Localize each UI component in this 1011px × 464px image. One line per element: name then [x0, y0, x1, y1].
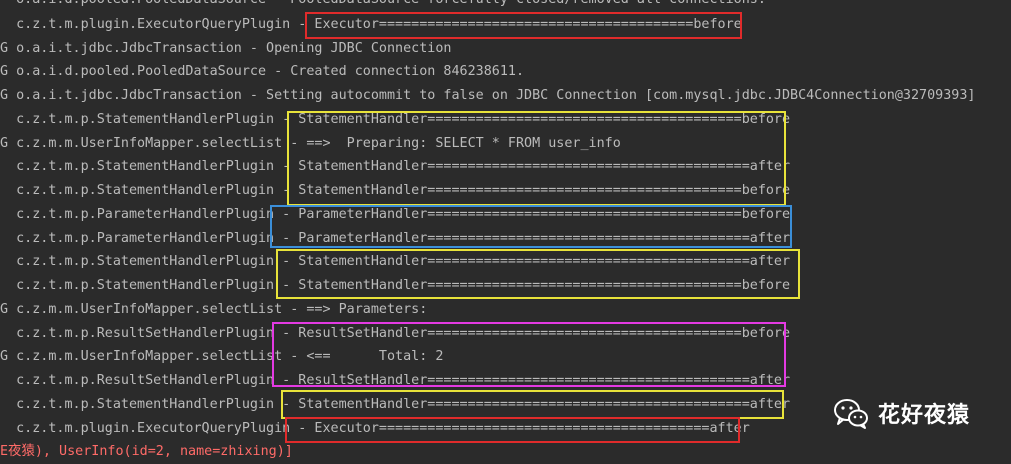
log-line: c.z.t.m.p.StatementHandlerPlugin - State…: [0, 254, 791, 269]
wechat-watermark: 花好夜猿: [832, 393, 970, 433]
log-line: c.z.t.m.plugin.ExecutorQueryPlugin - Exe…: [0, 421, 750, 436]
log-line: c.z.t.m.plugin.ExecutorQueryPlugin - Exe…: [0, 17, 742, 32]
log-line: c.z.t.m.p.ParameterHandlerPlugin - Param…: [0, 207, 791, 222]
log-line: c.z.t.m.p.ParameterHandlerPlugin - Param…: [0, 231, 791, 246]
log-line: c.z.t.m.p.ResultSetHandlerPlugin - Resul…: [0, 326, 791, 341]
log-line: o.a.i.d.pooled.PooledDataSource - Pooled…: [0, 0, 766, 12]
log-line: c.z.t.m.p.StatementHandlerPlugin - State…: [0, 278, 791, 293]
log-line: G c.z.m.m.UserInfoMapper.selectList - ==…: [0, 136, 621, 151]
log-line: c.z.t.m.p.StatementHandlerPlugin - State…: [0, 112, 791, 127]
watermark-text: 花好夜猿: [878, 403, 971, 428]
log-line: G c.z.m.m.UserInfoMapper.selectList - ==…: [0, 302, 436, 317]
log-line: G c.z.m.m.UserInfoMapper.selectList - <=…: [0, 349, 444, 364]
log-line: G o.a.i.d.pooled.PooledDataSource - Crea…: [0, 64, 525, 79]
log-line: c.z.t.m.p.StatementHandlerPlugin - State…: [0, 183, 791, 198]
wechat-icon: [832, 396, 870, 430]
log-line: G o.a.i.t.jdbc.JdbcTransaction - Setting…: [0, 88, 976, 103]
log-line-result: E夜猿), UserInfo(id=2, name=zhixing)]: [0, 444, 293, 459]
log-line: c.z.t.m.p.ResultSetHandlerPlugin - Resul…: [0, 373, 791, 388]
log-line: c.z.t.m.p.StatementHandlerPlugin - State…: [0, 159, 791, 174]
console-output: o.a.i.d.pooled.PooledDataSource - Pooled…: [0, 0, 1011, 460]
log-line: G o.a.i.t.jdbc.JdbcTransaction - Opening…: [0, 41, 452, 56]
log-line: c.z.t.m.p.StatementHandlerPlugin - State…: [0, 397, 791, 412]
